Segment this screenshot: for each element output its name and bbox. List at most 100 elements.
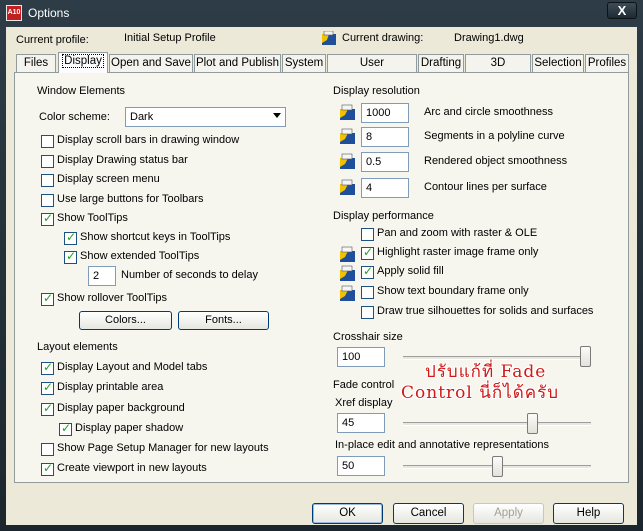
text-boundary-checkbox[interactable] (361, 286, 374, 299)
arc-smoothness-label: Arc and circle smoothness (424, 106, 553, 118)
tab-system[interactable]: System (282, 54, 326, 72)
drawing-saved-icon (340, 265, 355, 281)
scroll-bars-label: Display scroll bars in drawing window (57, 134, 240, 146)
xref-display-input[interactable]: 45 (337, 413, 385, 433)
highlight-raster-label: Highlight raster image frame only (377, 246, 539, 258)
chevron-down-icon (273, 113, 281, 118)
status-bar-label: Display Drawing status bar (57, 154, 188, 166)
tooltip-delay-input[interactable]: 2 (88, 266, 116, 286)
tab-label: Plot and Publish (195, 57, 280, 69)
help-button[interactable]: Help (553, 503, 624, 524)
status-bar-checkbox[interactable] (41, 155, 54, 168)
current-drawing-label: Current drawing: (342, 32, 424, 44)
screen-menu-label: Display screen menu (57, 173, 160, 185)
drawing-saved-icon (340, 128, 355, 144)
layout-elements-title: Layout elements (37, 341, 118, 353)
tab-label: Display (62, 54, 104, 68)
color-scheme-select[interactable]: Dark (125, 107, 286, 127)
polyline-segments-input[interactable]: 8 (361, 127, 409, 147)
ok-button[interactable]: OK (312, 503, 383, 524)
paper-shadow-label: Display paper shadow (75, 422, 184, 434)
rollover-tooltips-checkbox[interactable] (41, 291, 54, 306)
tab-label: Open and Save (111, 57, 191, 69)
printable-area-checkbox[interactable] (41, 380, 54, 395)
fade-control-title: Fade control (333, 379, 395, 391)
printable-area-label: Display printable area (57, 381, 164, 393)
tab-3d-modeling[interactable]: 3D Modeling (465, 54, 531, 85)
true-silhouettes-label: Draw true silhouettes for solids and sur… (377, 305, 594, 317)
in-place-slider-thumb[interactable] (491, 456, 503, 477)
show-tooltips-label: Show ToolTips (57, 212, 128, 224)
screen-menu-checkbox[interactable] (41, 174, 54, 187)
contour-lines-label: Contour lines per surface (424, 181, 547, 193)
colors-button[interactable]: Colors... (79, 311, 172, 330)
layout-model-tabs-checkbox[interactable] (41, 360, 54, 375)
thai-annotation-line2: Control นี่ก็ได้ครับ (401, 383, 560, 403)
polyline-segments-label: Segments in a polyline curve (424, 130, 565, 142)
create-viewport-label: Create viewport in new layouts (57, 462, 207, 474)
apply-solid-fill-checkbox[interactable] (361, 264, 374, 279)
shortcut-keys-checkbox[interactable] (64, 230, 77, 245)
display-performance-title: Display performance (333, 210, 434, 222)
window-elements-title: Window Elements (37, 85, 126, 97)
tab-label: System (284, 57, 324, 69)
scroll-bars-checkbox[interactable] (41, 135, 54, 148)
crosshair-size-title: Crosshair size (333, 331, 403, 343)
apply-button[interactable]: Apply (473, 503, 544, 524)
rollover-tooltips-label: Show rollover ToolTips (57, 292, 168, 304)
tooltip-delay-label: Number of seconds to delay (121, 269, 258, 281)
true-silhouettes-checkbox[interactable] (361, 306, 374, 319)
crosshair-slider-thumb[interactable] (580, 346, 591, 367)
tab-files[interactable]: Files (16, 54, 56, 72)
tab-selection[interactable]: Selection (532, 54, 584, 72)
show-tooltips-checkbox[interactable] (41, 211, 54, 226)
color-scheme-label: Color scheme: (39, 111, 110, 123)
pan-zoom-raster-checkbox[interactable] (361, 228, 374, 241)
large-buttons-label: Use large buttons for Toolbars (57, 193, 204, 205)
cancel-button[interactable]: Cancel (393, 503, 464, 524)
dialog-client-area: Current profile: Initial Setup Profile C… (6, 27, 637, 525)
options-window: A10 Options X Current profile: Initial S… (0, 0, 643, 531)
in-place-edit-label: In-place edit and annotative representat… (335, 439, 550, 451)
xref-slider-thumb[interactable] (526, 413, 538, 434)
display-resolution-title: Display resolution (333, 85, 420, 97)
xref-slider-track (403, 422, 591, 426)
title-bar: A10 Options X (0, 0, 643, 27)
autocad-app-icon: A10 (6, 5, 22, 21)
tab-label: Selection (534, 57, 582, 69)
page-setup-manager-checkbox[interactable] (41, 443, 54, 456)
arc-smoothness-input[interactable]: 1000 (361, 103, 409, 123)
tab-plot-and-publish[interactable]: Plot and Publish (194, 54, 281, 72)
close-button[interactable]: X (607, 2, 637, 19)
tab-label: Profiles (587, 57, 627, 69)
tab-user-preferences[interactable]: User Preferences (327, 54, 417, 85)
paper-shadow-checkbox[interactable] (59, 421, 72, 436)
paper-background-checkbox[interactable] (41, 401, 54, 416)
tab-strip: Files Display Open and Save Plot and Pub… (14, 52, 629, 85)
tab-display[interactable]: Display (58, 52, 108, 73)
xref-display-label: Xref display (335, 397, 393, 409)
drawing-icon (322, 31, 336, 45)
highlight-raster-checkbox[interactable] (361, 245, 374, 260)
contour-lines-input[interactable]: 4 (361, 178, 409, 198)
tab-label: Files (23, 57, 49, 69)
shortcut-keys-label: Show shortcut keys in ToolTips (80, 231, 231, 243)
fonts-button[interactable]: Fonts... (178, 311, 269, 330)
extended-tooltips-checkbox[interactable] (64, 249, 77, 264)
rendered-smoothness-input[interactable]: 0.5 (361, 152, 409, 172)
current-profile-value: Initial Setup Profile (124, 32, 216, 44)
drawing-saved-icon (340, 285, 355, 301)
tab-drafting[interactable]: Drafting (418, 54, 464, 72)
paper-background-label: Display paper background (57, 402, 185, 414)
drawing-saved-icon (340, 104, 355, 120)
create-viewport-checkbox[interactable] (41, 461, 54, 476)
tab-profiles[interactable]: Profiles (585, 54, 629, 72)
large-buttons-checkbox[interactable] (41, 194, 54, 207)
crosshair-size-input[interactable]: 100 (337, 347, 385, 367)
rendered-smoothness-label: Rendered object smoothness (424, 155, 568, 167)
display-tab-panel: Window Elements Color scheme: Dark Displ… (14, 72, 629, 483)
drawing-saved-icon (340, 153, 355, 169)
in-place-edit-input[interactable]: 50 (337, 456, 385, 476)
tab-open-and-save[interactable]: Open and Save (109, 54, 193, 72)
drawing-saved-icon (340, 246, 355, 262)
